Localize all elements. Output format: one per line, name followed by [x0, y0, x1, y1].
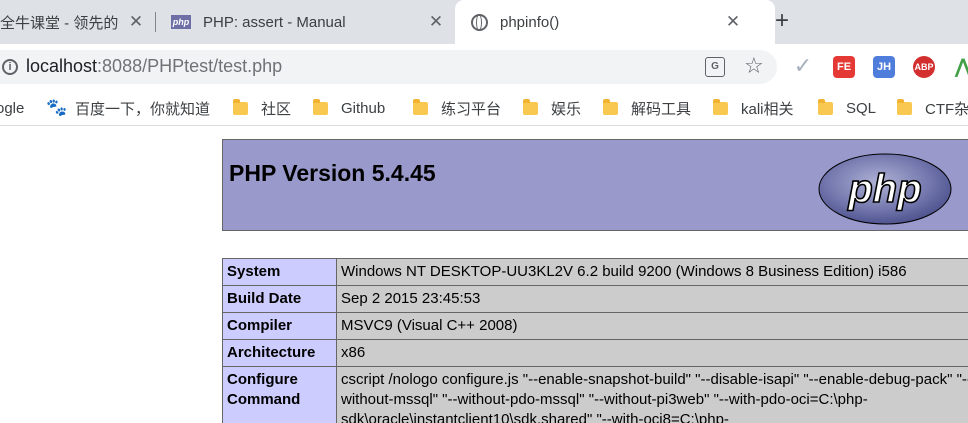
- tab-quanniu[interactable]: 全牛课堂 - 领先的 ✕: [0, 0, 155, 44]
- bookmark-label: 百度一下，你就知道: [75, 100, 211, 118]
- checkmark-extension-icon[interactable]: ✓: [792, 55, 814, 78]
- url-path: :8088/PHPtest/test.php: [97, 56, 283, 76]
- tab-strip: 全牛课堂 - 领先的 ✕ php PHP: assert - Manual ✕ …: [0, 0, 968, 44]
- bookmark-folder-kali[interactable]: kali相关: [713, 90, 794, 126]
- translate-icon[interactable]: G: [705, 57, 725, 77]
- baidu-paw-icon: 🐾: [46, 98, 68, 117]
- bookmark-folder-github[interactable]: Github: [313, 90, 385, 126]
- bookmark-label: CTF杂: [925, 100, 968, 118]
- bookmark-folder-jiema[interactable]: 解码工具: [603, 90, 691, 126]
- row-value: Windows NT DESKTOP-UU3KL2V 6.2 build 920…: [336, 258, 968, 286]
- row-key: System: [222, 258, 337, 286]
- bookmark-folder-lianxi[interactable]: 练习平台: [413, 90, 501, 126]
- table-row: System Windows NT DESKTOP-UU3KL2V 6.2 bu…: [222, 258, 968, 286]
- page-content: PHP Version 5.4.45 php System Windows NT…: [0, 126, 968, 423]
- bookmark-label: ogle: [0, 99, 25, 117]
- php-favicon-icon: php: [171, 15, 191, 29]
- tab-phpinfo[interactable]: phpinfo() ✕: [455, 0, 775, 44]
- bookmark-star-icon[interactable]: ☆: [744, 53, 764, 79]
- table-row: Compiler MSVC9 (Visual C++ 2008): [222, 312, 968, 340]
- bookmark-label: 娱乐: [551, 100, 582, 118]
- tab-php-assert[interactable]: php PHP: assert - Manual ✕: [157, 0, 452, 44]
- folder-icon: [897, 98, 912, 115]
- phpinfo-table: System Windows NT DESKTOP-UU3KL2V 6.2 bu…: [222, 258, 968, 423]
- bookmark-folder-ctf[interactable]: CTF杂: [897, 90, 968, 126]
- tab-title: 全牛课堂 - 领先的: [0, 14, 119, 32]
- folder-icon: [413, 98, 428, 115]
- bookmark-folder-sql[interactable]: SQL: [818, 90, 876, 126]
- close-icon[interactable]: ✕: [128, 13, 144, 30]
- fe-extension-icon[interactable]: FE: [833, 56, 855, 78]
- folder-icon: [713, 98, 728, 115]
- phpinfo-header: PHP Version 5.4.45 php: [222, 139, 968, 231]
- bookmark-google[interactable]: ogle: [0, 90, 24, 126]
- folder-icon: [523, 98, 538, 115]
- bookmarks-bar: ogle 🐾 百度一下，你就知道 社区 Github 练习平台 娱乐 解码工具 …: [0, 90, 968, 126]
- row-value: cscript /nologo configure.js "--enable-s…: [336, 366, 968, 423]
- table-row: Configure Command cscript /nologo config…: [222, 366, 968, 423]
- row-value: Sep 2 2015 23:45:53: [336, 285, 968, 313]
- folder-icon: [818, 98, 833, 115]
- globe-icon: [471, 13, 488, 31]
- php-logo[interactable]: php: [817, 152, 953, 226]
- url-text[interactable]: localhost:8088/PHPtest/test.php: [26, 56, 282, 77]
- site-info-icon[interactable]: i: [2, 59, 18, 75]
- row-value: MSVC9 (Visual C++ 2008): [336, 312, 968, 340]
- toolbar: i localhost:8088/PHPtest/test.php G ☆ ✓ …: [0, 44, 968, 90]
- row-key: Build Date: [222, 285, 337, 313]
- row-key: Configure Command: [222, 366, 337, 423]
- php-logo-text: php: [847, 167, 921, 211]
- bookmark-baidu[interactable]: 🐾 百度一下，你就知道: [46, 90, 210, 126]
- new-tab-button[interactable]: +: [770, 9, 794, 34]
- folder-icon: [313, 98, 328, 115]
- extension-icon[interactable]: ⋀: [953, 56, 968, 78]
- row-key: Compiler: [222, 312, 337, 340]
- bookmark-label: 社区: [261, 100, 292, 118]
- close-icon[interactable]: ✕: [725, 13, 741, 30]
- bookmark-folder-yule[interactable]: 娱乐: [523, 90, 581, 126]
- adblock-extension-icon[interactable]: ABP: [913, 56, 935, 78]
- tab-title: PHP: assert - Manual: [203, 13, 346, 31]
- bookmark-label: 解码工具: [631, 100, 692, 118]
- tab-separator: [155, 12, 156, 32]
- url-host: localhost: [26, 56, 98, 76]
- bookmark-folder-shequ[interactable]: 社区: [233, 90, 291, 126]
- bookmark-label: Github: [341, 99, 386, 117]
- folder-icon: [603, 98, 618, 115]
- table-row: Architecture x86: [222, 339, 968, 367]
- table-row: Build Date Sep 2 2015 23:45:53: [222, 285, 968, 313]
- address-bar[interactable]: i localhost:8088/PHPtest/test.php G ☆: [0, 50, 777, 84]
- folder-icon: [233, 98, 248, 115]
- close-icon[interactable]: ✕: [428, 13, 444, 30]
- bookmark-label: 练习平台: [441, 100, 502, 118]
- bookmark-label: SQL: [846, 99, 877, 117]
- tab-title: phpinfo(): [500, 13, 560, 31]
- bookmark-label: kali相关: [741, 100, 794, 118]
- row-value: x86: [336, 339, 968, 367]
- jh-extension-icon[interactable]: JH: [873, 56, 895, 78]
- php-version-title: PHP Version 5.4.45: [229, 160, 436, 186]
- row-key: Architecture: [222, 339, 337, 367]
